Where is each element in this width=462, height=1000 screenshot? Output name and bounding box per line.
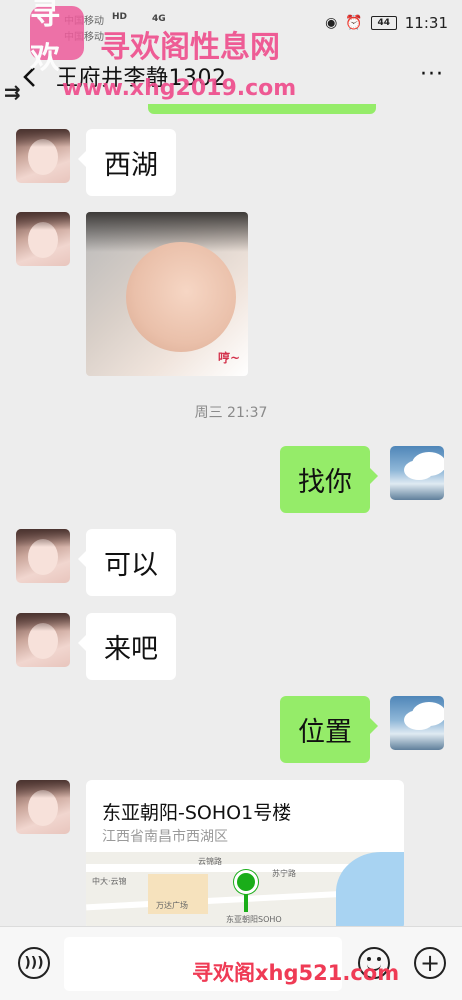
location-name: 东亚朝阳-SOHO1号楼 bbox=[102, 802, 292, 824]
clock: 11:31 bbox=[404, 14, 448, 32]
location-address: 江西省南昌市西湖区 bbox=[102, 829, 228, 845]
location-pin-icon bbox=[234, 870, 258, 894]
map-pin-stem bbox=[244, 892, 248, 912]
contact-avatar[interactable] bbox=[16, 129, 70, 183]
message-text: 位置 bbox=[298, 717, 352, 748]
watermark-bottom-url: 寻欢阁xhg521.com bbox=[192, 961, 400, 985]
message-bubble-incoming[interactable]: 可以 bbox=[78, 529, 176, 596]
more-options-button[interactable]: ··· bbox=[420, 62, 444, 87]
message-text: 可以 bbox=[104, 550, 158, 581]
watermark-arrow-icon: ⇉ bbox=[4, 80, 21, 104]
my-avatar[interactable] bbox=[390, 446, 444, 500]
photo-baby-face bbox=[126, 242, 236, 352]
eye-icon: ◉ bbox=[325, 15, 338, 31]
message-text: 来吧 bbox=[104, 634, 158, 665]
location-map-preview[interactable]: 云锦路 中大·云锦 万达广场 东亚朝阳SOHO 苏宁路 bbox=[86, 852, 404, 930]
photo-sticker-text: 哼~ bbox=[217, 351, 240, 365]
location-message-card[interactable]: 东亚朝阳-SOHO1号楼 江西省南昌市西湖区 云锦路 中大·云锦 万达广场 东亚… bbox=[86, 780, 404, 930]
watermark-url: www.xhg2019.com bbox=[62, 76, 297, 101]
voice-input-button[interactable]: ))) bbox=[18, 947, 50, 979]
my-avatar[interactable] bbox=[390, 696, 444, 750]
map-label: 万达广场 bbox=[156, 901, 188, 910]
contact-avatar[interactable] bbox=[16, 613, 70, 667]
network-type-1: HD bbox=[112, 12, 128, 22]
message-bubble-incoming[interactable]: 西湖 bbox=[78, 129, 176, 196]
watermark-site-name: 寻欢阁性息网 bbox=[100, 30, 280, 65]
voice-icon: ))) bbox=[24, 955, 44, 971]
contact-avatar[interactable] bbox=[16, 780, 70, 834]
contact-avatar[interactable] bbox=[16, 212, 70, 266]
more-functions-button[interactable]: + bbox=[414, 947, 446, 979]
map-label: 中大·云锦 bbox=[92, 877, 127, 886]
map-label: 云锦路 bbox=[198, 857, 222, 866]
watermark-logo: 寻欢 bbox=[30, 0, 84, 76]
message-text: 找你 bbox=[298, 467, 352, 498]
map-label: 东亚朝阳SOHO bbox=[226, 915, 282, 924]
battery-indicator: 44 bbox=[370, 16, 397, 30]
alarm-icon: ⏰ bbox=[345, 15, 363, 31]
status-right: ◉ ⏰ 44 11:31 bbox=[325, 14, 448, 32]
previous-message-edge bbox=[148, 104, 376, 114]
message-text: 西湖 bbox=[104, 150, 158, 181]
contact-avatar[interactable] bbox=[16, 529, 70, 583]
map-label: 苏宁路 bbox=[272, 869, 296, 878]
message-bubble-outgoing[interactable]: 找你 bbox=[280, 446, 378, 513]
image-message[interactable]: 哼~ bbox=[86, 212, 248, 376]
message-timestamp: 周三 21:37 bbox=[194, 405, 268, 421]
message-bubble-incoming[interactable]: 来吧 bbox=[78, 613, 176, 680]
message-bubble-outgoing[interactable]: 位置 bbox=[280, 696, 378, 763]
plus-icon: + bbox=[419, 949, 441, 977]
